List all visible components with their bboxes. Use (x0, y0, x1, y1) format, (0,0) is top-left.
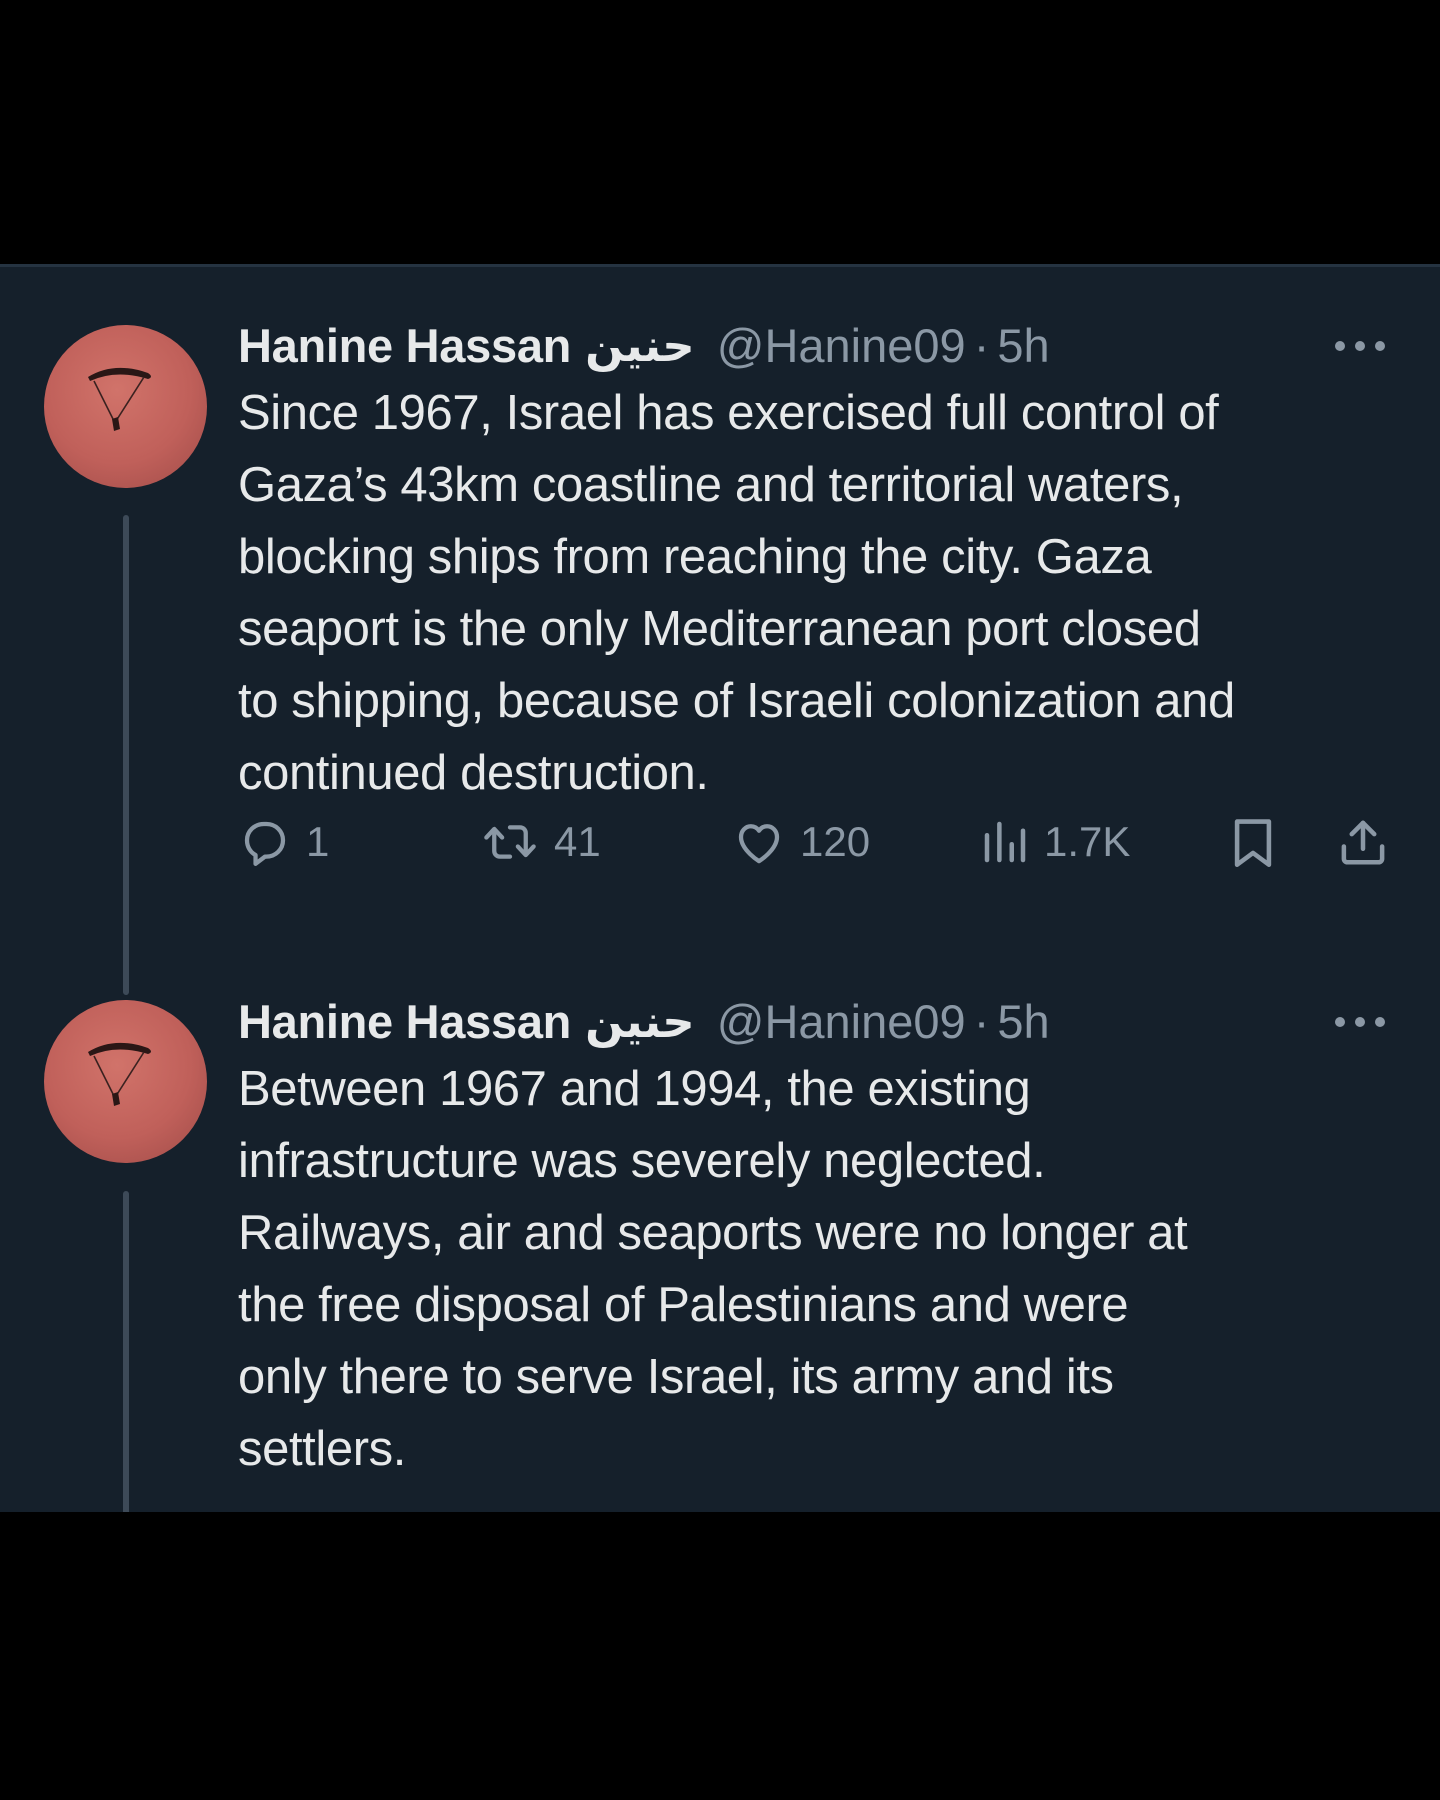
tweet-text-line: the free disposal of Palestinians and we… (238, 1278, 1129, 1332)
thread-connector-line (123, 515, 129, 995)
author-handle[interactable]: @Hanine09 (717, 994, 966, 1049)
tweet-text-line: seaport is the only Mediterranean port c… (238, 602, 1201, 656)
like-button[interactable]: 120 (732, 807, 870, 877)
retweet-icon (484, 825, 536, 859)
tweet-timestamp[interactable]: 5h (997, 318, 1049, 373)
retweet-count: 41 (554, 818, 601, 865)
paraglider-avatar-image (88, 1042, 151, 1106)
author-display-name-arabic[interactable]: حنين (585, 995, 695, 1048)
paraglider-avatar-image (88, 367, 151, 431)
header-separator: · (973, 994, 990, 1048)
like-count: 120 (800, 818, 871, 865)
author-display-name[interactable]: Hanine Hassan (238, 318, 571, 373)
tweet-timestamp[interactable]: 5h (997, 994, 1049, 1049)
header-separator: · (973, 318, 990, 372)
tweet-header: Hanine Hassan حنين @Hanine09 · 5h (238, 317, 1050, 373)
retweet-button[interactable]: 41 (480, 807, 601, 877)
tweet-1[interactable]: Hanine Hassan حنين @Hanine09 · 5h Since … (0, 317, 1440, 995)
tweet-action-bar: 1 41 120 1.7K (238, 807, 1408, 877)
bookmark-button[interactable] (1228, 807, 1278, 877)
bookmark-icon (1234, 819, 1272, 867)
avatar[interactable] (44, 1000, 207, 1163)
tweet-header: Hanine Hassan حنين @Hanine09 · 5h (238, 993, 1050, 1049)
tweet-text-line: Between 1967 and 1994, the existing (238, 1062, 1031, 1116)
avatar[interactable] (44, 325, 207, 488)
reply-count: 1 (306, 818, 330, 865)
bottom-letterbox-band (0, 1512, 1440, 1800)
tweet-2[interactable]: Hanine Hassan حنين @Hanine09 · 5h Betwee… (0, 993, 1440, 1515)
top-letterbox-band (0, 0, 1440, 264)
more-horizontal-icon[interactable] (1332, 335, 1388, 357)
thread-connector-line (123, 1191, 129, 1515)
views-button[interactable]: 1.7K (980, 807, 1130, 877)
views-count: 1.7K (1044, 818, 1131, 865)
heart-icon (738, 824, 780, 864)
tweet-text-line: to shipping, because of Israeli coloniza… (238, 674, 1235, 728)
author-display-name[interactable]: Hanine Hassan (238, 994, 571, 1049)
tweet-text-line: continued destruction. (238, 746, 709, 800)
reply-bubble-icon (244, 821, 286, 866)
tweet-text-line: Gaza’s 43km coastline and territorial wa… (238, 458, 1184, 512)
share-button[interactable] (1336, 807, 1390, 877)
tweet-text-line: infrastructure was severely neglected. (238, 1134, 1046, 1188)
reply-button[interactable]: 1 (238, 807, 329, 877)
tweet-thread: Hanine Hassan حنين @Hanine09 · 5h Since … (0, 264, 1440, 1515)
author-display-name-arabic[interactable]: حنين (585, 319, 695, 372)
tweet-text-line: blocking ships from reaching the city. G… (238, 530, 1152, 584)
tweet-text: Since 1967, Israel has exercised full co… (238, 377, 1408, 809)
tweet-text-line: only there to serve Israel, its army and… (238, 1350, 1114, 1404)
views-bar-chart-icon (984, 821, 1026, 863)
tweet-text-line: Railways, air and seaports were no longe… (238, 1206, 1188, 1260)
tweet-text-line: settlers. (238, 1422, 406, 1476)
more-horizontal-icon[interactable] (1332, 1011, 1388, 1033)
author-handle[interactable]: @Hanine09 (717, 318, 966, 373)
share-upload-icon (1341, 820, 1385, 865)
tweet-text-line: Since 1967, Israel has exercised full co… (238, 386, 1219, 440)
tweet-text: Between 1967 and 1994, the existing infr… (238, 1053, 1408, 1485)
